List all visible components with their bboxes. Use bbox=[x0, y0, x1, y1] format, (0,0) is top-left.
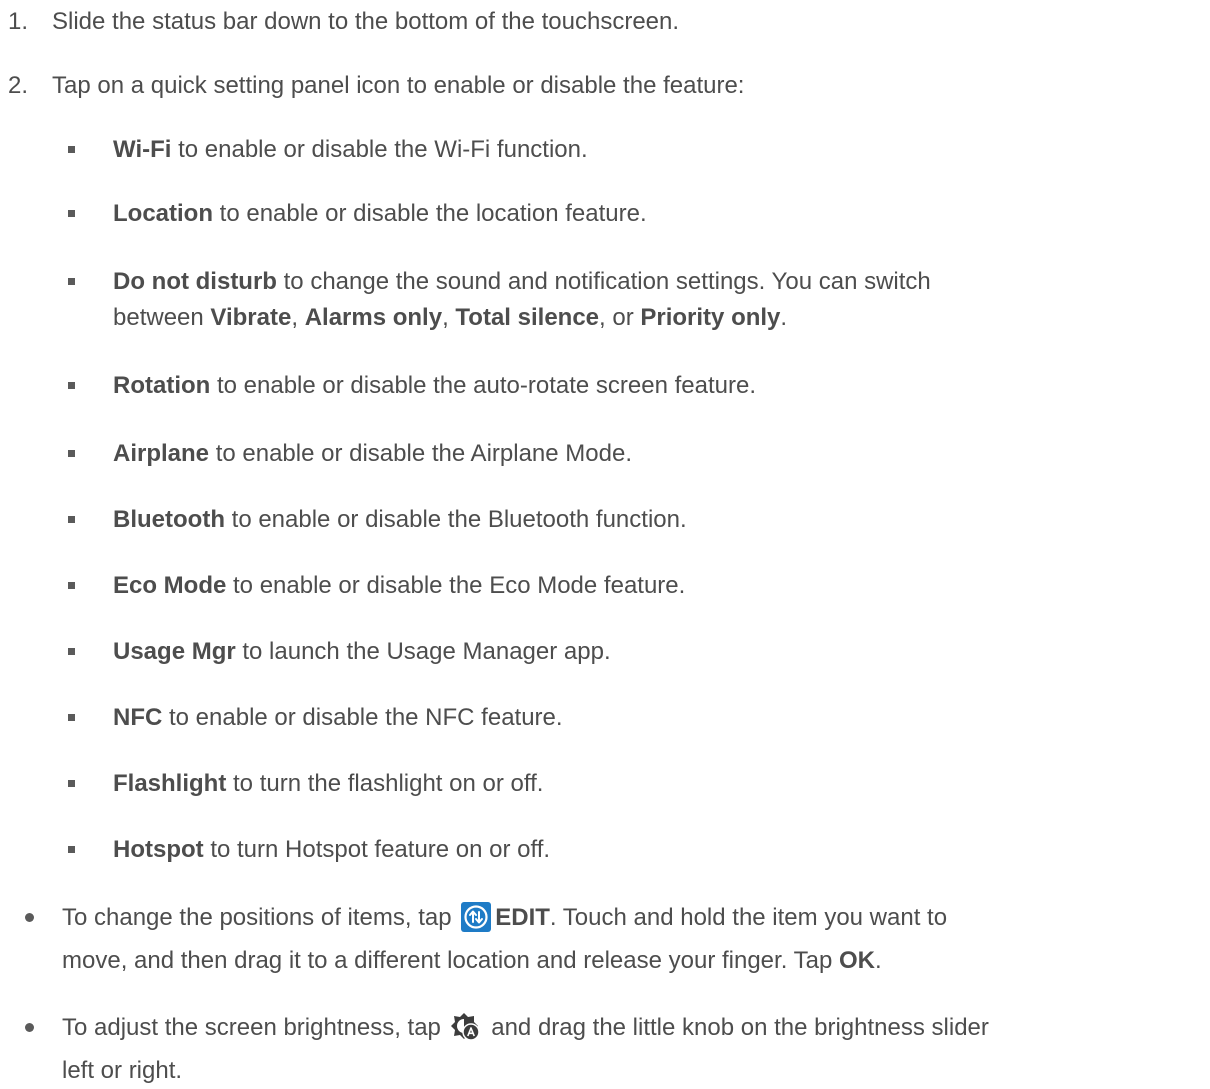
period: . bbox=[874, 947, 882, 974]
square-bullet-icon bbox=[68, 714, 75, 721]
square-bullet-icon bbox=[68, 648, 75, 655]
separator: , bbox=[291, 304, 305, 331]
auto-brightness-icon bbox=[450, 1012, 481, 1053]
feature-name: Rotation bbox=[113, 372, 211, 399]
feature-desc: to enable or disable the Eco Mode featur… bbox=[226, 572, 686, 599]
tip-text: . Touch and hold the item you want to bbox=[549, 904, 948, 931]
feature-desc: to enable or disable the Wi-Fi function. bbox=[171, 136, 588, 163]
feature-desc: to change the sound and notification set… bbox=[276, 268, 931, 295]
square-bullet-icon bbox=[68, 582, 75, 589]
step-number: 2. bbox=[8, 72, 29, 99]
square-bullet-icon bbox=[68, 780, 75, 787]
feature-name: Location bbox=[113, 200, 213, 227]
tip-text-cont: left or right. bbox=[62, 1057, 183, 1084]
square-bullet-icon bbox=[68, 450, 75, 457]
feature-desc: to turn the flashlight on or off. bbox=[226, 770, 544, 797]
feature-name: Do not disturb bbox=[113, 268, 277, 295]
square-bullet-icon bbox=[68, 278, 75, 285]
feature-desc: to launch the Usage Manager app. bbox=[235, 638, 611, 665]
separator: , or bbox=[599, 304, 641, 331]
feature-desc: to enable or disable the NFC feature. bbox=[162, 704, 563, 731]
tip-text: To adjust the screen brightness, tap bbox=[62, 1014, 448, 1041]
feature-name: Hotspot bbox=[113, 836, 204, 863]
option-alarms-only: Alarms only bbox=[304, 304, 443, 331]
period: . bbox=[780, 304, 788, 331]
feature-desc-cont: between bbox=[113, 304, 211, 331]
step-text: Slide the status bar down to the bottom … bbox=[52, 8, 680, 35]
feature-name: Usage Mgr bbox=[113, 638, 236, 665]
step-text: Tap on a quick setting panel icon to ena… bbox=[52, 72, 745, 99]
round-bullet-icon bbox=[25, 1023, 34, 1032]
feature-desc: to enable or disable the location featur… bbox=[213, 200, 647, 227]
round-bullet-icon bbox=[25, 913, 34, 922]
square-bullet-icon bbox=[68, 846, 75, 853]
option-vibrate: Vibrate bbox=[210, 304, 292, 331]
option-total-silence: Total silence bbox=[455, 304, 600, 331]
ok-label: OK bbox=[838, 947, 875, 974]
feature-desc: to enable or disable the auto-rotate scr… bbox=[210, 372, 756, 399]
tip-text-cont: move, and then drag it to a different lo… bbox=[62, 947, 839, 974]
tip-text: and drag the little knob on the brightne… bbox=[484, 1014, 989, 1041]
square-bullet-icon bbox=[68, 146, 75, 153]
feature-name: Wi-Fi bbox=[113, 136, 172, 163]
separator: , bbox=[442, 304, 456, 331]
feature-name: NFC bbox=[113, 704, 163, 731]
square-bullet-icon bbox=[68, 210, 75, 217]
feature-name: Flashlight bbox=[113, 770, 227, 797]
feature-desc: to enable or disable the Bluetooth funct… bbox=[224, 506, 687, 533]
step-number: 1. bbox=[8, 8, 29, 35]
feature-desc: to enable or disable the Airplane Mode. bbox=[209, 440, 632, 467]
feature-desc: to turn Hotspot feature on or off. bbox=[203, 836, 551, 863]
tip-text: To change the positions of items, tap bbox=[62, 904, 459, 931]
feature-name: Bluetooth bbox=[113, 506, 225, 533]
square-bullet-icon bbox=[68, 516, 75, 523]
feature-name: Eco Mode bbox=[113, 572, 227, 599]
option-priority-only: Priority only bbox=[640, 304, 781, 331]
square-bullet-icon bbox=[68, 382, 75, 389]
edit-label: EDIT bbox=[495, 904, 550, 931]
edit-arrows-icon bbox=[461, 902, 492, 943]
feature-name: Airplane bbox=[113, 440, 210, 467]
